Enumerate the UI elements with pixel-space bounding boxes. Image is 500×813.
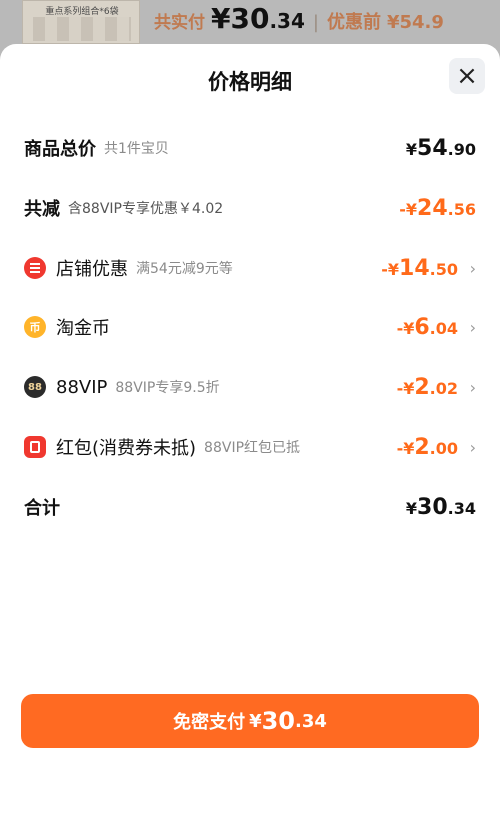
store-coupon-icon <box>24 257 46 279</box>
chevron-right-icon: › <box>469 377 476 397</box>
product-image <box>33 17 131 41</box>
total-label: 商品总价 <box>24 139 96 160</box>
vip-label: 88VIP <box>56 376 108 398</box>
pay-button-currency: ¥ <box>249 710 262 732</box>
store-discount-label: 店铺优惠 <box>56 259 128 280</box>
row-total: 商品总价 共1件宝贝 ¥54.90 <box>24 133 476 163</box>
product-thumbnail[interactable]: 重点系列组合*6袋 <box>22 0 140 44</box>
store-discount-sub: 满54元减9元等 <box>136 261 233 277</box>
taojinbi-label: 淘金币 <box>56 318 110 339</box>
close-button[interactable]: × <box>449 58 485 94</box>
coin-icon: 币 <box>24 316 46 338</box>
taojinbi-amount: -¥6.04 <box>396 314 458 340</box>
row-discount: 共减 含88VIP专享优惠￥4.02 -¥24.56 <box>24 193 476 223</box>
row-red-packet[interactable]: 红包(消费券未抵) 88VIP红包已抵 -¥2.00 › <box>24 432 476 462</box>
product-thumbnail-label: 重点系列组合*6袋 <box>45 7 119 16</box>
red-packet-label: 红包(消费券未抵) <box>56 438 197 459</box>
row-taojinbi[interactable]: 币 淘金币 -¥6.04 › <box>24 312 476 342</box>
close-icon: × <box>456 61 478 91</box>
paid-label: 共实付 <box>154 13 205 33</box>
discount-amount: -¥24.56 <box>399 195 476 221</box>
red-packet-amount: -¥2.00 <box>396 434 458 460</box>
total-sub: 共1件宝贝 <box>104 141 169 157</box>
pay-button-label: 免密支付 <box>173 712 246 733</box>
vip-amount: -¥2.02 <box>396 374 458 400</box>
pay-button-dec: .34 <box>295 710 327 732</box>
chevron-right-icon: › <box>469 317 476 337</box>
pay-button[interactable]: 免密支付 ¥30.34 <box>21 694 479 748</box>
original-amount: ¥54.9 <box>386 12 444 33</box>
divider: | <box>312 12 319 33</box>
page: 重点系列组合*6袋 共实付 ¥30.34 | 优惠前 ¥54.9 价格明细 × … <box>0 0 500 813</box>
original-label: 优惠前 <box>326 12 381 33</box>
row-88vip[interactable]: 88 88VIP 88VIP专享9.5折 -¥2.02 › <box>24 372 476 402</box>
row-sum: 合计 ¥30.34 <box>24 492 476 522</box>
paid-currency: ¥ <box>211 2 231 35</box>
discount-label: 共减 <box>24 199 60 220</box>
paid-int: 30 <box>230 2 270 35</box>
sum-amount: ¥30.34 <box>405 494 476 520</box>
paid-dec: .34 <box>269 9 305 33</box>
pay-button-int: 30 <box>261 707 296 735</box>
chevron-right-icon: › <box>469 437 476 457</box>
sheet-title: 价格明细 <box>208 70 292 94</box>
chevron-right-icon: › <box>469 258 476 278</box>
sum-label: 合计 <box>24 498 60 519</box>
row-store-discount[interactable]: 店铺优惠 满54元减9元等 -¥14.50 › <box>24 253 476 283</box>
total-amount: ¥54.90 <box>405 135 476 161</box>
88vip-icon: 88 <box>24 376 46 398</box>
store-discount-amount: -¥14.50 <box>381 255 458 281</box>
red-packet-icon <box>24 436 46 458</box>
red-packet-sub: 88VIP红包已抵 <box>204 440 301 456</box>
paid-summary: 共实付 ¥30.34 | 优惠前 ¥54.9 <box>154 2 444 36</box>
vip-sub: 88VIP专享9.5折 <box>115 380 220 396</box>
paid-amount: ¥30.34 <box>211 2 305 35</box>
discount-sub: 含88VIP专享优惠￥4.02 <box>68 201 224 217</box>
